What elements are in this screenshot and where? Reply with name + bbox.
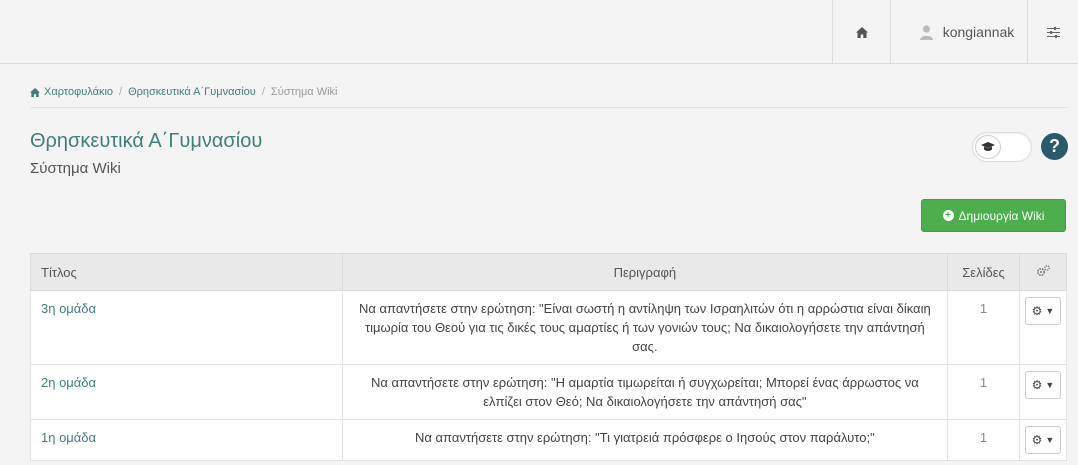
caret-down-icon: ▼	[1045, 305, 1055, 316]
table-header-row: Τίτλος Περιγραφή Σελίδες	[30, 253, 1068, 291]
wiki-page-count: 1	[947, 419, 1020, 461]
create-wiki-button[interactable]: + Δημιουργία Wiki	[921, 199, 1066, 232]
wiki-description: Να απαντήσετε στην ερώτηση: "Η αμαρτία τ…	[341, 364, 949, 420]
header-title[interactable]: Τίτλος	[30, 253, 343, 291]
breadcrumb-portfolio[interactable]: Χαρτοφυλάκιο	[30, 86, 113, 98]
breadcrumb: Χαρτοφυλάκιο / Θρησκευτικά Α΄Γυμνασίου /…	[30, 85, 337, 99]
student-view-toggle[interactable]	[972, 132, 1032, 162]
home-icon	[855, 26, 868, 38]
row-actions-button[interactable]: ⚙ ▼	[1024, 297, 1061, 325]
home-icon	[30, 87, 40, 97]
top-navbar: kongiannak	[0, 0, 1078, 64]
settings-button[interactable]	[1027, 0, 1078, 64]
plus-circle-icon: +	[942, 210, 954, 221]
table-row: 2η ομάδα Να απαντήσετε στην ερώτηση: "Η …	[30, 364, 1068, 420]
breadcrumb-course[interactable]: Θρησκευτικά Α΄Γυμνασίου	[128, 86, 256, 98]
user-menu[interactable]: kongiannak	[890, 0, 1027, 64]
row-actions-button[interactable]: ⚙ ▼	[1024, 371, 1061, 399]
breadcrumb-current: Σύστημα Wiki	[270, 86, 338, 98]
wiki-description: Να απαντήσετε στην ερώτηση: "Είναι σωστή…	[341, 290, 949, 365]
wiki-table: Τίτλος Περιγραφή Σελίδες 3η ομάδα Να απα…	[30, 253, 1068, 461]
table-row: 1η ομάδα Να απαντήσετε στην ερώτηση: "Τι…	[30, 419, 1068, 461]
page-subtitle: Σύστημα Wiki	[30, 160, 121, 177]
question-icon: ?	[1049, 136, 1060, 156]
breadcrumb-separator: /	[119, 86, 123, 98]
graduation-cap-icon	[981, 142, 995, 151]
cogs-icon	[1036, 264, 1050, 276]
breadcrumb-separator: /	[261, 86, 265, 98]
header-pages: Σελίδες	[947, 253, 1020, 291]
gear-icon: ⚙	[1031, 303, 1043, 318]
help-button[interactable]: ?	[1041, 133, 1068, 160]
caret-down-icon: ▼	[1045, 379, 1055, 390]
create-wiki-label: Δημιουργία Wiki	[958, 208, 1045, 223]
sliders-icon	[1046, 26, 1060, 38]
wiki-title-link[interactable]: 1η ομάδα	[41, 430, 96, 445]
wiki-description: Να απαντήσετε στην ερώτηση: "Τι γιατρειά…	[341, 419, 949, 461]
home-button[interactable]	[832, 0, 890, 64]
table-row: 3η ομάδα Να απαντήσετε στην ερώτηση: "Εί…	[30, 290, 1068, 365]
gear-icon: ⚙	[1031, 432, 1043, 447]
wiki-title-link[interactable]: 2η ομάδα	[41, 375, 96, 390]
toggle-knob	[975, 135, 1001, 159]
wiki-page-count: 1	[947, 290, 1020, 365]
divider	[30, 107, 1067, 108]
header-actions	[1018, 253, 1068, 291]
page-title: Θρησκευτικά Α΄Γυμνασίου	[30, 130, 263, 152]
caret-down-icon: ▼	[1045, 434, 1055, 445]
row-actions-button[interactable]: ⚙ ▼	[1024, 426, 1061, 454]
user-icon	[919, 24, 933, 40]
username: kongiannak	[942, 24, 1015, 40]
header-description: Περιγραφή	[341, 253, 949, 291]
gear-icon: ⚙	[1031, 377, 1043, 392]
wiki-title-link[interactable]: 3η ομάδα	[41, 301, 96, 316]
wiki-page-count: 1	[947, 364, 1020, 420]
